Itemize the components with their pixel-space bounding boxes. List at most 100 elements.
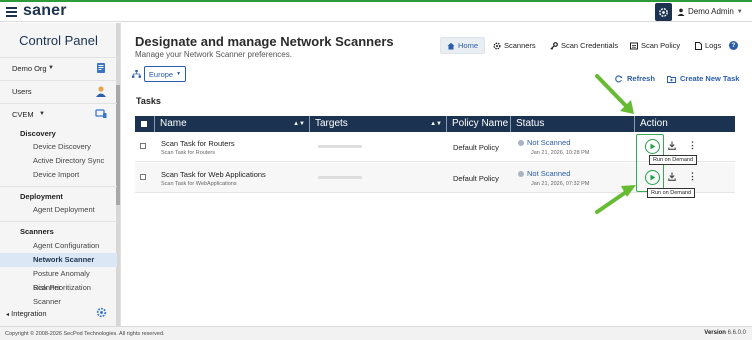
nav-logs[interactable]: Logs (695, 37, 721, 54)
org-name: Demo Org (12, 64, 47, 73)
nav-scanners[interactable]: Scanners (493, 37, 536, 54)
sidebar-item-network-scanner[interactable]: Network Scanner (0, 253, 117, 267)
column-label: Action (640, 118, 668, 129)
region-label: Europe (148, 69, 174, 79)
column-label: Name (160, 118, 187, 129)
sort-icon[interactable]: ▲▼ (293, 116, 305, 132)
table-header: Name ▲▼ Targets ▲▼ Policy Name Status Ac… (135, 116, 735, 132)
download-icon[interactable] (668, 172, 676, 181)
org-selector[interactable]: Demo Org ▼ (0, 57, 117, 79)
column-policy-name[interactable]: Policy Name (447, 116, 511, 132)
sidebar-item-active-directory-sync[interactable]: Active Directory Sync (0, 154, 117, 168)
policy-icon (630, 42, 638, 49)
region-dropdown[interactable]: Europe ▼ (144, 66, 186, 82)
user-menu[interactable]: Demo Admin ▼ (677, 7, 743, 16)
hamburger-menu-icon[interactable] (6, 7, 17, 17)
select-all-cell (135, 116, 155, 132)
policy-name: Default Policy (453, 143, 499, 152)
status-text: Not Scanned (527, 138, 571, 147)
targets-redacted (318, 145, 362, 148)
run-on-demand-tooltip: Run on Demand (647, 188, 696, 198)
column-targets[interactable]: Targets ▲▼ (310, 116, 447, 132)
file-icon (695, 41, 702, 50)
task-name-text: Scan Task for Web Applications (161, 170, 266, 179)
sidebar-item-agent-deployment[interactable]: Agent Deployment (0, 203, 117, 217)
create-task-button[interactable]: Create New Task (667, 74, 739, 83)
chevron-down-icon: ▼ (48, 65, 54, 71)
refresh-label: Refresh (627, 74, 655, 83)
sidebar: Control Panel Demo Org ▼ Users CVEM ▼ Di… (0, 23, 121, 326)
users-icon (96, 86, 106, 97)
help-icon[interactable]: ? (729, 41, 738, 50)
document-icon (97, 63, 105, 73)
column-name[interactable]: Name ▲▼ (155, 116, 310, 132)
status-timestamp: Jan 21, 2026, 10:28 PM (531, 150, 590, 156)
column-status[interactable]: Status (511, 116, 635, 132)
sidebar-item-device-import[interactable]: Device Import (0, 168, 117, 182)
nav-label: Scan Credentials (561, 41, 619, 50)
footer: Copyright © 2008-2026 SecPod Technologie… (0, 326, 752, 340)
refresh-button[interactable]: Refresh (615, 74, 655, 83)
task-name-text: Scan Task for Routers (161, 139, 235, 148)
sidebar-heading-deployment: Deployment (20, 192, 63, 201)
sidebar-item-label: CVEM (12, 110, 34, 119)
sidebar-divider (0, 186, 117, 187)
version-text: Version 6.6.0.0 (704, 330, 746, 336)
user-icon (677, 8, 685, 16)
task-name[interactable]: Scan Task for Web Applications Scan Task… (161, 170, 266, 187)
sidebar-item-users[interactable]: Users (0, 80, 117, 102)
sidebar-heading-discovery: Discovery (20, 129, 56, 138)
sidebar-item-posture-anomaly-scanner[interactable]: Posture Anomaly Scanner (0, 267, 117, 292)
status-cell: Not Scanned Jan 21, 2026, 07:32 PM (518, 169, 589, 187)
brand-logo[interactable]: saner (23, 2, 67, 20)
sidebar-item-agent-configuration[interactable]: Agent Configuration (0, 239, 117, 253)
top-bar: saner Demo Admin ▼ (0, 2, 752, 22)
column-action: Action (635, 116, 735, 132)
nav-label: Scanners (504, 41, 536, 50)
caret-right-icon: ◂ (6, 312, 10, 318)
gear-icon (493, 42, 501, 49)
nav-home[interactable]: Home (440, 37, 486, 54)
sidebar-item-integration[interactable]: ◂ Integration (6, 309, 47, 318)
devices-icon (95, 109, 107, 118)
chevron-down-icon: ▼ (176, 71, 182, 77)
sidebar-item-risk-prioritization-scanner[interactable]: Risk Prioritization Scanner (0, 281, 117, 306)
sidebar-item-cvem[interactable]: CVEM ▼ (0, 103, 117, 125)
task-name[interactable]: Scan Task for Routers Scan Task for Rout… (161, 139, 235, 156)
row-checkbox[interactable] (140, 174, 146, 180)
nav-scan-credentials[interactable]: Scan Credentials (550, 37, 618, 54)
select-all-checkbox[interactable] (141, 121, 147, 127)
more-options-icon[interactable]: ⋮ (688, 172, 697, 181)
task-description: Scan Task for Routers (161, 150, 216, 156)
status-cell: Not Scanned Jan 21, 2026, 10:28 PM (518, 138, 589, 156)
download-icon[interactable] (668, 141, 676, 150)
more-options-icon[interactable]: ⋮ (688, 141, 697, 150)
sidebar-divider (0, 221, 117, 222)
sidebar-item-label: Integration (11, 309, 47, 318)
refresh-icon (615, 74, 623, 82)
run-on-demand-tooltip: Run on Demand (649, 155, 698, 165)
page-subtitle: Manage your Network Scanner preferences. (135, 50, 292, 59)
page-title: Designate and manage Network Scanners (135, 34, 394, 49)
folder-add-icon (667, 75, 676, 83)
copyright-text: Copyright © 2008-2026 SecPod Technologie… (5, 331, 165, 337)
column-label: Targets (315, 118, 348, 129)
policy-name: Default Policy (453, 174, 499, 183)
status-dot-icon (518, 171, 524, 177)
create-task-label: Create New Task (680, 74, 740, 83)
nav-label: Logs (705, 41, 722, 50)
status-timestamp: Jan 21, 2026, 07:32 PM (531, 181, 590, 187)
integration-gear-icon[interactable] (96, 307, 107, 318)
row-checkbox[interactable] (140, 143, 146, 149)
task-description: Scan Task for WebApplications (161, 181, 237, 187)
status-text: Not Scanned (527, 169, 571, 178)
settings-gear-icon[interactable] (655, 3, 672, 21)
targets-redacted (318, 176, 362, 179)
sort-icon[interactable]: ▲▼ (430, 116, 442, 132)
sidebar-heading-scanners: Scanners (20, 227, 54, 236)
nav-scan-policy[interactable]: Scan Policy (630, 37, 680, 54)
version-number: 6.6.0.0 (727, 330, 746, 336)
sidebar-title: Control Panel (19, 33, 98, 48)
chevron-down-icon: ▼ (736, 8, 743, 15)
sidebar-item-device-discovery[interactable]: Device Discovery (0, 140, 117, 154)
